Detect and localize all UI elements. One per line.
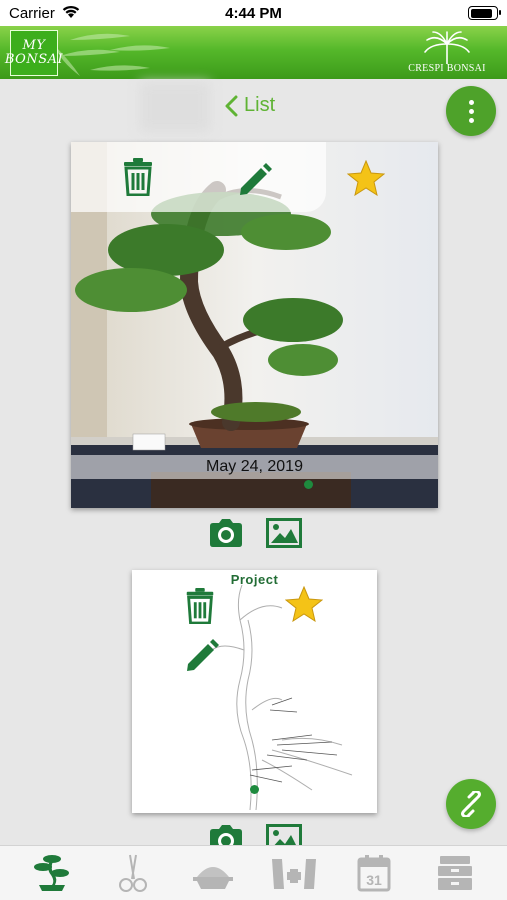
tab-calendar[interactable]: 31 — [348, 849, 400, 897]
link-chain-icon — [461, 791, 481, 817]
bonsai-photo-card[interactable]: May 24, 2019 — [71, 142, 438, 508]
fertilizer-icon — [271, 859, 316, 889]
scissors-icon — [118, 854, 147, 892]
gallery-image-icon[interactable] — [266, 518, 302, 548]
project-title: Project — [230, 572, 279, 587]
logo-line-2: BONSAI — [4, 52, 64, 67]
battery-level — [470, 8, 493, 18]
tab-pruning[interactable] — [107, 849, 159, 897]
menu-dot — [468, 99, 474, 105]
favorite-star-icon[interactable] — [347, 160, 385, 196]
crespi-bonsai-brand: CRESPI BONSAI — [401, 30, 493, 76]
project-card[interactable]: Project — [132, 570, 377, 813]
menu-dot — [468, 117, 474, 123]
photo-action-overlay — [71, 142, 326, 212]
page-indicator-dot — [250, 785, 259, 794]
project-sketch — [211, 584, 353, 811]
page-indicator-dot — [304, 480, 313, 489]
battery-icon — [468, 6, 501, 20]
logo-line-1: MY — [22, 38, 46, 53]
chevron-left-icon — [225, 95, 238, 116]
bonsai-tree-icon — [34, 855, 70, 891]
blurred-title-placeholder — [140, 82, 210, 132]
toolbox-icon — [437, 856, 472, 890]
more-options-button[interactable] — [446, 86, 496, 136]
back-label: List — [244, 94, 276, 116]
app-header: MY BONSAI CRESPI BONSAI — [0, 26, 507, 79]
photo-date: May 24, 2019 — [71, 455, 438, 479]
soil-pot-icon — [193, 867, 234, 889]
brand-name: CRESPI BONSAI — [408, 63, 486, 74]
palm-tree-logo-icon — [424, 31, 470, 65]
tab-fertilizing[interactable] — [268, 849, 320, 897]
menu-dot — [468, 108, 474, 114]
trash-icon[interactable] — [185, 588, 215, 624]
bamboo-leaves-decoration — [55, 33, 170, 76]
calendar-day: 31 — [366, 872, 382, 888]
tab-bar: 31 — [0, 845, 507, 900]
back-to-list-link[interactable]: List — [224, 94, 275, 117]
camera-icon[interactable] — [208, 518, 244, 548]
favorite-star-icon[interactable] — [285, 586, 323, 622]
clock: 4:44 PM — [225, 5, 282, 22]
edit-pencil-icon[interactable] — [237, 160, 273, 196]
photo-media-actions — [208, 518, 302, 548]
trash-icon[interactable] — [123, 158, 153, 196]
tab-bonsai[interactable] — [26, 849, 78, 897]
my-bonsai-logo[interactable]: MY BONSAI — [5, 30, 63, 76]
edit-pencil-icon[interactable] — [184, 636, 220, 672]
link-button[interactable] — [446, 779, 496, 829]
status-bar: Carrier 4:44 PM — [0, 0, 507, 26]
tab-toolbox[interactable] — [429, 849, 481, 897]
calendar-icon: 31 — [357, 855, 391, 892]
tab-repotting[interactable] — [187, 849, 239, 897]
